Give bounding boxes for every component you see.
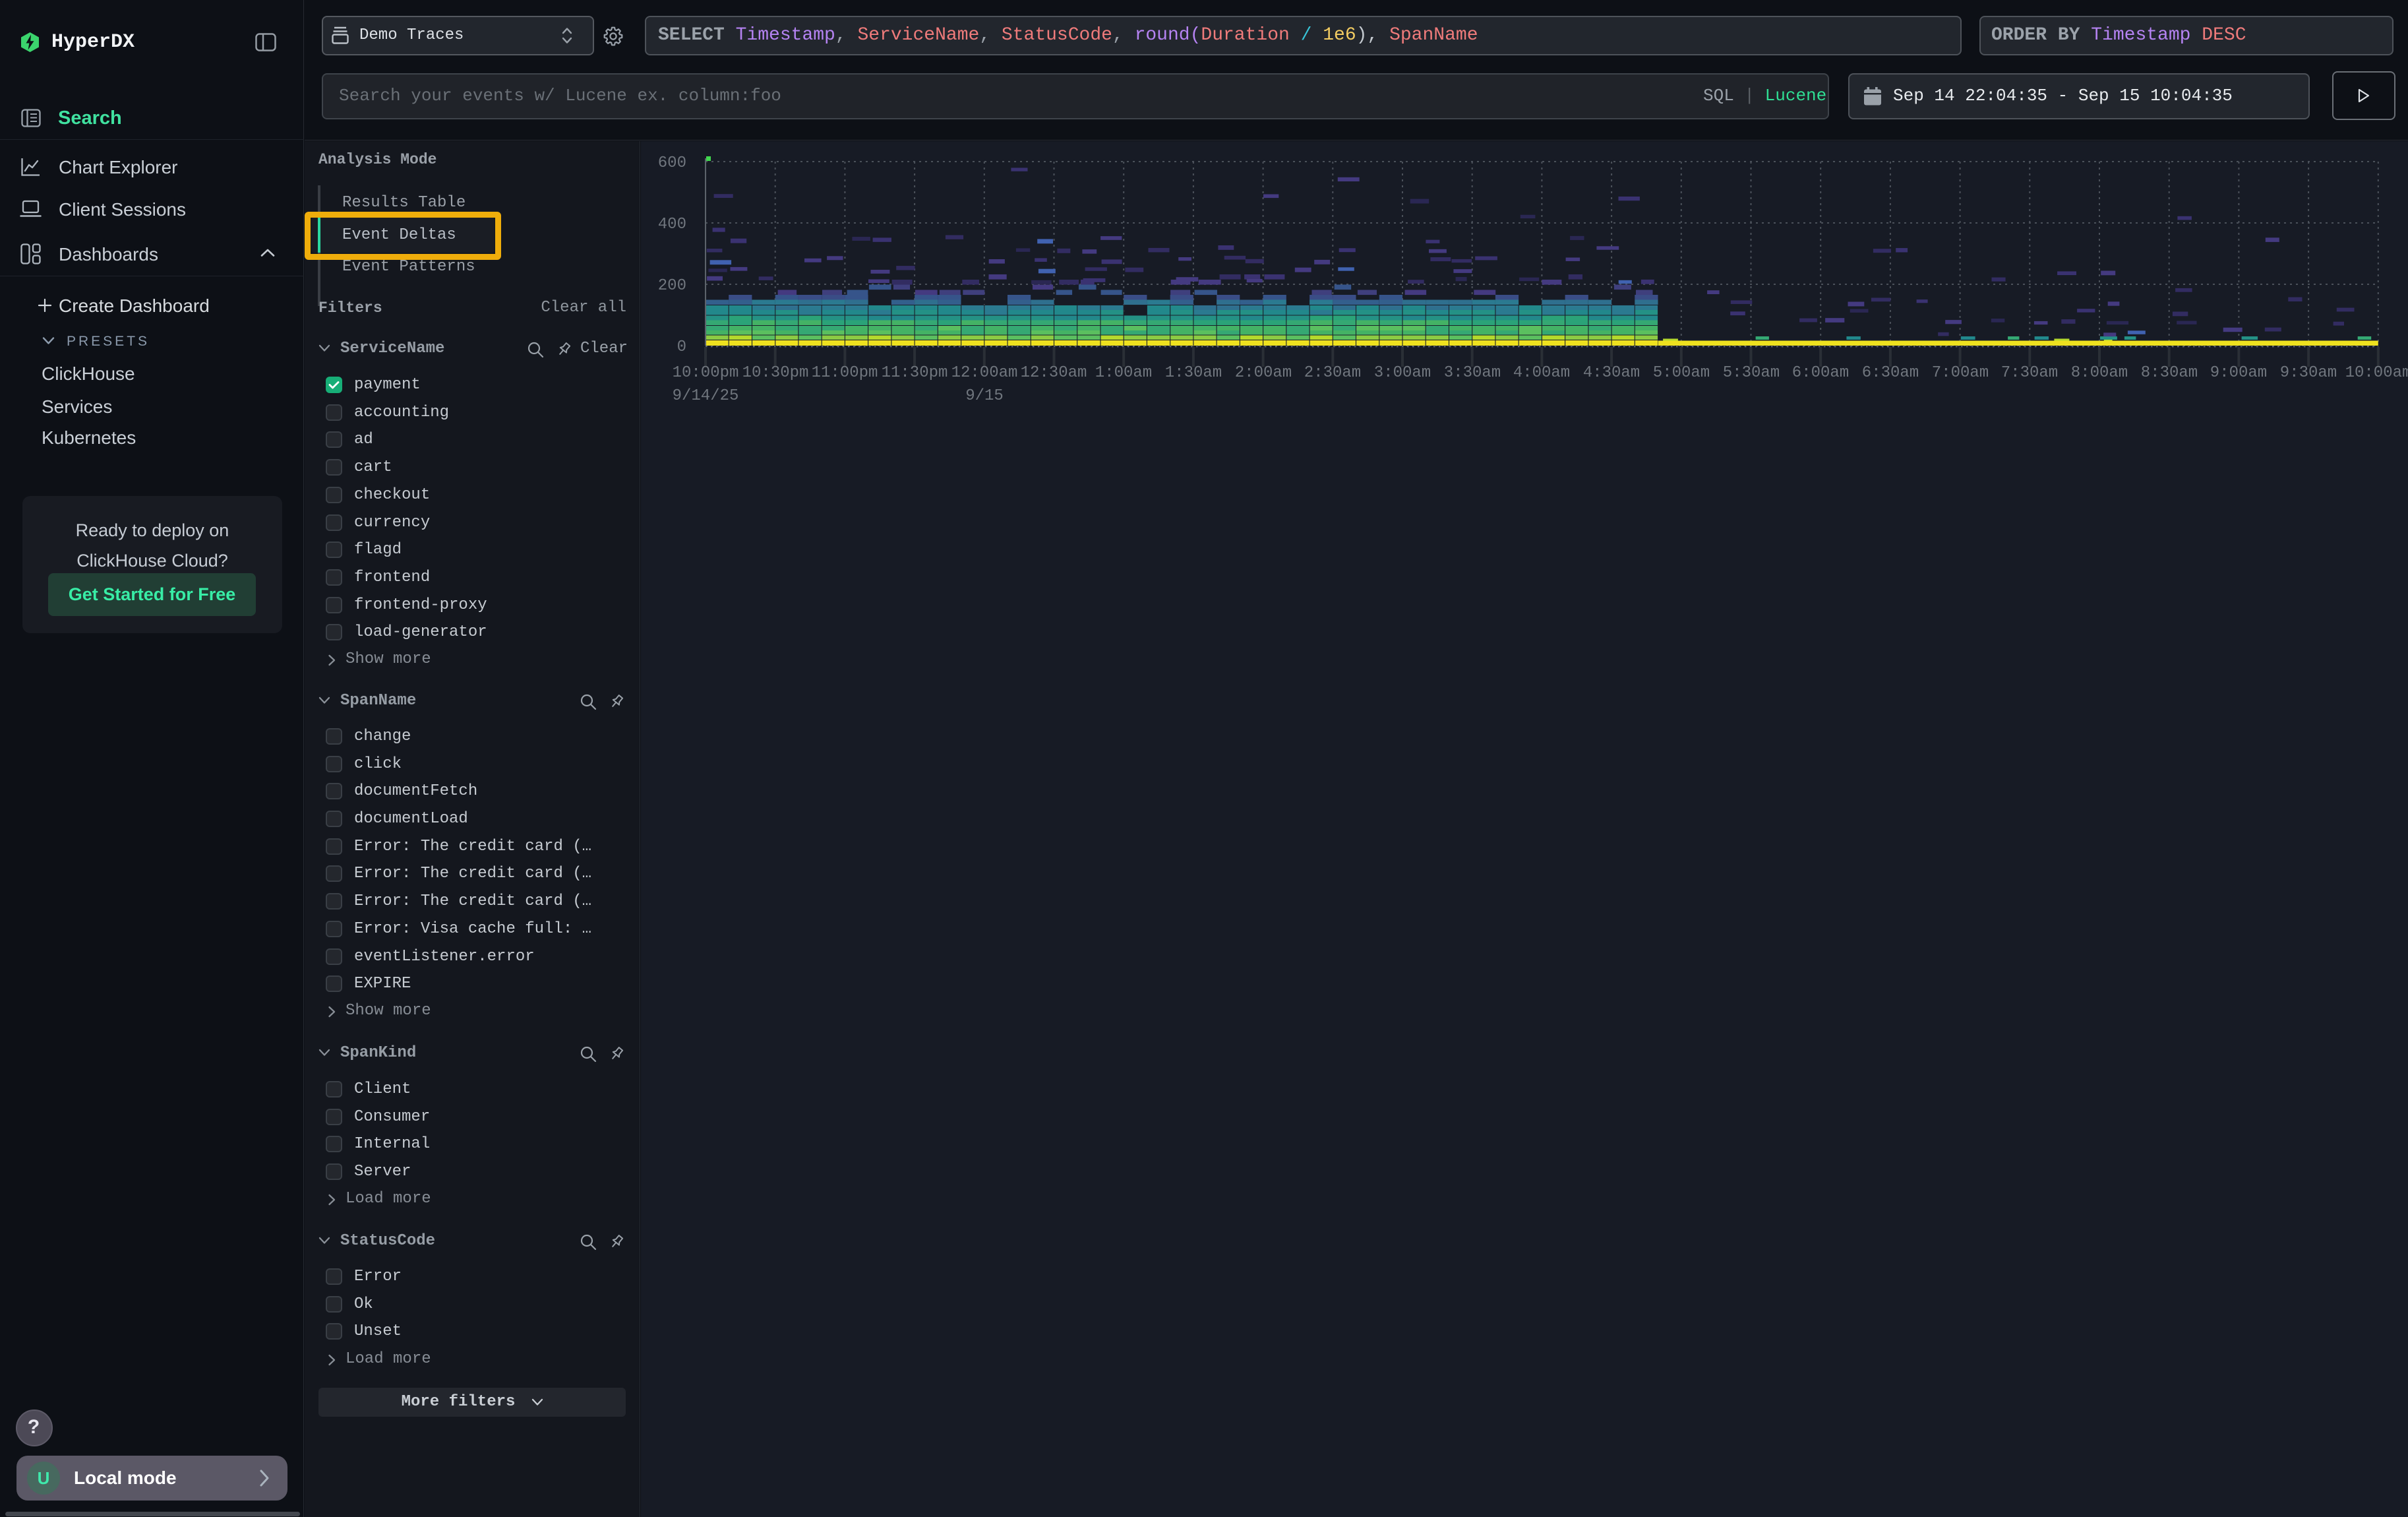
svg-text:9/15: 9/15 (965, 387, 1004, 405)
svg-text:2:30am: 2:30am (1304, 364, 1361, 382)
svg-text:6:30am: 6:30am (1862, 364, 1919, 382)
svg-text:10:00am: 10:00am (2345, 364, 2408, 382)
svg-text:4:30am: 4:30am (1583, 364, 1640, 382)
svg-text:10:00pm: 10:00pm (673, 364, 739, 382)
svg-text:5:30am: 5:30am (1723, 364, 1780, 382)
svg-text:0: 0 (677, 338, 686, 356)
svg-text:1:00am: 1:00am (1095, 364, 1152, 382)
svg-text:4:00am: 4:00am (1513, 364, 1570, 382)
svg-text:6:00am: 6:00am (1792, 364, 1849, 382)
svg-text:8:30am: 8:30am (2141, 364, 2198, 382)
svg-text:2:00am: 2:00am (1235, 364, 1292, 382)
svg-text:5:00am: 5:00am (1653, 364, 1710, 382)
svg-text:9/14/25: 9/14/25 (673, 387, 739, 405)
svg-text:7:00am: 7:00am (1932, 364, 1989, 382)
svg-text:200: 200 (658, 277, 686, 295)
svg-text:600: 600 (658, 154, 686, 172)
svg-text:9:00am: 9:00am (2210, 364, 2267, 382)
svg-text:7:30am: 7:30am (2001, 364, 2058, 382)
svg-text:3:00am: 3:00am (1374, 364, 1431, 382)
svg-text:9:30am: 9:30am (2280, 364, 2337, 382)
svg-text:10:30pm: 10:30pm (742, 364, 809, 382)
svg-text:8:00am: 8:00am (2071, 364, 2128, 382)
svg-text:11:00pm: 11:00pm (812, 364, 878, 382)
svg-text:400: 400 (658, 216, 686, 233)
svg-text:1:30am: 1:30am (1165, 364, 1222, 382)
svg-text:12:00am: 12:00am (951, 364, 1018, 382)
svg-text:3:30am: 3:30am (1444, 364, 1501, 382)
svg-text:12:30am: 12:30am (1021, 364, 1087, 382)
svg-text:11:30pm: 11:30pm (882, 364, 948, 382)
